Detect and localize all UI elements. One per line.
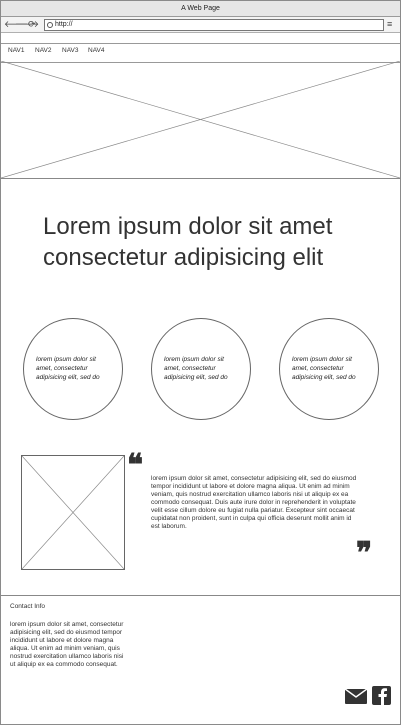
browser-window: A Web Page 🡐 🡒 ⟳ http:// ≡ NAV1 NAV2 NAV… [0, 0, 401, 725]
feature-text: lorem ipsum dolor sit amet, consectetur … [36, 356, 100, 381]
feature-circle: lorem ipsum dolor sit amet, consectetur … [23, 318, 123, 420]
window-titlebar: A Web Page [1, 1, 400, 17]
hero-image-placeholder [1, 61, 400, 179]
browser-toolbar: 🡐 🡒 ⟳ http:// ≡ [1, 17, 400, 33]
envelope-icon[interactable] [345, 688, 367, 705]
nav-item-1[interactable]: NAV1 [8, 47, 25, 54]
nav-item-2[interactable]: NAV2 [35, 47, 52, 54]
open-quote-icon: ❝ [127, 449, 144, 482]
nav-bar: NAV1 NAV2 NAV3 NAV4 [1, 43, 400, 63]
feature-text: lorem ipsum dolor sit amet, consectetur … [292, 356, 356, 381]
feature-circle: lorem ipsum dolor sit amet, consectetur … [279, 318, 379, 420]
facebook-icon[interactable] [372, 686, 391, 705]
nav-item-4[interactable]: NAV4 [88, 47, 105, 54]
footer-heading: Contact Info [10, 603, 46, 610]
footer: Contact Info lorem ipsum dolor sit amet,… [1, 595, 400, 725]
address-bar[interactable]: http:// [44, 19, 384, 31]
feature-circle: lorem ipsum dolor sit amet, consectetur … [151, 318, 251, 420]
image-placeholder [21, 455, 125, 570]
quote-text: lorem ipsum dolor sit amet, consectetur … [151, 475, 357, 530]
hamburger-menu-icon[interactable]: ≡ [387, 18, 392, 31]
hero-cross-lines [1, 61, 400, 178]
nav-item-3[interactable]: NAV3 [62, 47, 79, 54]
refresh-icon[interactable]: ⟳ [28, 18, 36, 31]
footer-text: lorem ipsum dolor sit amet, consectetur … [10, 621, 124, 668]
feature-text: lorem ipsum dolor sit amet, consectetur … [164, 356, 228, 381]
search-icon [47, 22, 53, 28]
page-headline: Lorem ipsum dolor sit amet consectetur a… [43, 213, 333, 271]
close-quote-icon: ❞ [356, 537, 373, 570]
address-url: http:// [55, 21, 73, 28]
image-cross-lines [22, 456, 124, 569]
window-title: A Web Page [181, 5, 220, 12]
